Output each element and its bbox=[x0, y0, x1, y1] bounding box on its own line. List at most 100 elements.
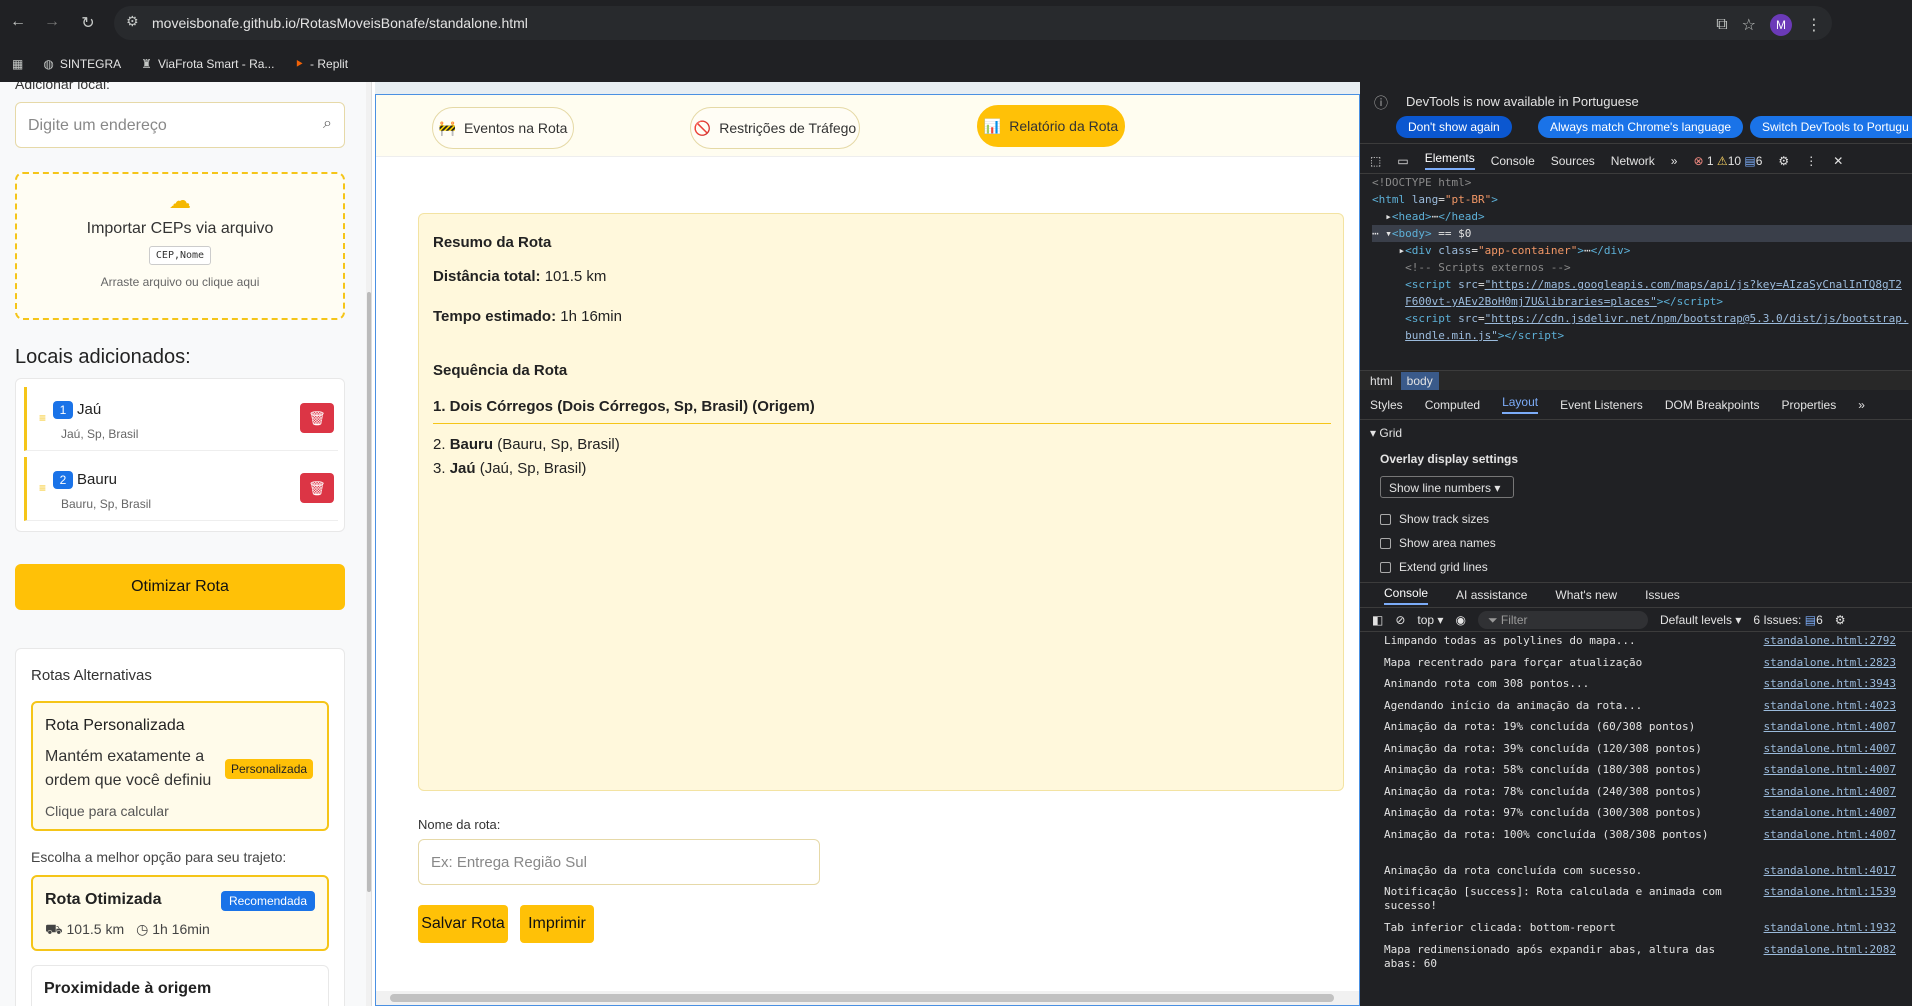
distance-line: Distância total: 101.5 km bbox=[433, 268, 606, 285]
tab-label: Relatório da Rota bbox=[1009, 118, 1119, 134]
tab-console[interactable]: Console bbox=[1491, 154, 1535, 168]
stop-detail: (Bauru, Sp, Brasil) bbox=[497, 436, 620, 453]
bookmark-viafrota[interactable]: ♜ ViaFrota Smart - Ra... bbox=[141, 57, 274, 71]
url-text[interactable]: moveisbonafe.github.io/RotasMoveisBonafe… bbox=[152, 15, 528, 31]
tab-sources[interactable]: Sources bbox=[1551, 154, 1595, 168]
tab-properties[interactable]: Properties bbox=[1782, 398, 1837, 412]
match-language-button[interactable]: Always match Chrome's language bbox=[1538, 116, 1744, 138]
site-info-icon[interactable]: ⚙ bbox=[126, 13, 139, 30]
tab-dom-breakpoints[interactable]: DOM Breakpoints bbox=[1665, 398, 1760, 412]
drawer-tab-console[interactable]: Console bbox=[1384, 586, 1429, 605]
tab-styles[interactable]: Styles bbox=[1370, 398, 1403, 412]
route-name-input[interactable]: Ex: Entrega Região Sul bbox=[418, 839, 820, 885]
checkbox-label: Show area names bbox=[1399, 536, 1496, 550]
console-source-link[interactable]: standalone.html:4023 bbox=[1764, 699, 1896, 712]
console-source-link[interactable]: standalone.html:4007 bbox=[1764, 806, 1896, 819]
console-source-link[interactable]: standalone.html:4007 bbox=[1764, 720, 1896, 733]
switch-language-button[interactable]: Switch DevTools to Portugu bbox=[1750, 116, 1912, 138]
tab-label: Restrições de Tráfego bbox=[719, 120, 857, 136]
list-item: 3. Jaú (Jaú, Sp, Brasil) bbox=[433, 460, 586, 477]
custom-route-card[interactable]: Rota Personalizada Mantém exatamente a o… bbox=[31, 701, 329, 831]
proximity-route-card[interactable]: Proximidade à origem bbox=[31, 965, 329, 1006]
checkbox-track-sizes[interactable]: Show track sizes bbox=[1380, 512, 1489, 526]
eye-icon[interactable]: ◉ bbox=[1455, 613, 1465, 627]
device-toolbar-icon[interactable]: ▭ bbox=[1397, 154, 1408, 168]
levels-select[interactable]: Default levels ▾ bbox=[1660, 613, 1741, 627]
location-address: Bauru, Sp, Brasil bbox=[61, 497, 152, 511]
back-icon[interactable]: ← bbox=[8, 13, 28, 31]
bookmark-replit[interactable]: ⯈ - Replit bbox=[294, 57, 348, 72]
console-source-link[interactable]: standalone.html:2823 bbox=[1764, 656, 1896, 669]
reload-icon[interactable]: ↻ bbox=[78, 13, 98, 33]
line-numbers-select[interactable]: Show line numbers ▾ bbox=[1380, 476, 1514, 498]
sidebar-toggle-icon[interactable]: ◧ bbox=[1372, 613, 1383, 627]
install-app-icon[interactable]: ⧉ bbox=[1716, 16, 1727, 34]
tab-elements[interactable]: Elements bbox=[1424, 151, 1475, 170]
address-bar[interactable]: ⚙ moveisbonafe.github.io/RotasMoveisBona… bbox=[114, 6, 1832, 40]
tab-report[interactable]: 📊 Relatório da Rota bbox=[977, 105, 1125, 147]
tab-layout[interactable]: Layout bbox=[1502, 395, 1539, 414]
list-item[interactable]: ≡ 1 Jaú Jaú, Sp, Brasil 🗑 bbox=[24, 387, 338, 451]
console-source-link[interactable]: standalone.html:1539 bbox=[1764, 885, 1896, 898]
console-source-link[interactable]: standalone.html:3943 bbox=[1764, 677, 1896, 690]
tab-restrictions[interactable]: 🚫 Restrições de Tráfego bbox=[690, 107, 860, 149]
bookmark-sintegra[interactable]: ◍ SINTEGRA bbox=[43, 57, 121, 71]
settings-gear-icon[interactable]: ⚙ bbox=[1778, 154, 1789, 168]
tab-network[interactable]: Network bbox=[1611, 154, 1655, 168]
more-tabs-icon[interactable]: » bbox=[1858, 398, 1865, 412]
drag-handle-icon[interactable]: ≡ bbox=[39, 481, 46, 495]
issues-count[interactable]: 6 Issues: ▤6 bbox=[1753, 613, 1822, 627]
horizontal-scrollbar[interactable] bbox=[376, 991, 1359, 1005]
console-source-link[interactable]: standalone.html:2792 bbox=[1764, 634, 1896, 647]
tab-computed[interactable]: Computed bbox=[1425, 398, 1480, 412]
drawer-tab-ai[interactable]: AI assistance bbox=[1456, 588, 1527, 602]
save-route-button[interactable]: Salvar Rota bbox=[418, 905, 508, 943]
bookmark-star-icon[interactable]: ☆ bbox=[1742, 15, 1756, 35]
profile-avatar[interactable]: M bbox=[1770, 14, 1792, 36]
console-source-link[interactable]: standalone.html:1932 bbox=[1764, 921, 1896, 934]
drawer-tab-whats-new[interactable]: What's new bbox=[1555, 588, 1617, 602]
menu-icon[interactable]: ⋮ bbox=[1806, 15, 1822, 35]
console-source-link[interactable]: standalone.html:2082 bbox=[1764, 943, 1896, 956]
console-toolbar: ◧ ⊘ top ▾ ◉ ⏷ Filter Default levels ▾ 6 … bbox=[1360, 608, 1912, 632]
location-address: Jaú, Sp, Brasil bbox=[61, 427, 139, 441]
drag-handle-icon[interactable]: ≡ bbox=[39, 411, 46, 425]
optimized-route-card[interactable]: Rota Otimizada Recomendada ⛟ 101.5 km ◷ … bbox=[31, 875, 329, 951]
delete-location-button[interactable]: 🗑 bbox=[300, 403, 334, 433]
delete-location-button[interactable]: 🗑 bbox=[300, 473, 334, 503]
apps-icon[interactable]: ▦ bbox=[12, 57, 23, 71]
filter-input[interactable]: ⏷ Filter bbox=[1477, 610, 1648, 629]
forward-icon[interactable]: → bbox=[42, 13, 62, 31]
clear-console-icon[interactable]: ⊘ bbox=[1395, 613, 1405, 627]
crumb-html[interactable]: html bbox=[1370, 374, 1393, 388]
close-devtools-icon[interactable]: ✕ bbox=[1833, 154, 1843, 168]
tab-event-listeners[interactable]: Event Listeners bbox=[1560, 398, 1643, 412]
context-select[interactable]: top ▾ bbox=[1417, 613, 1443, 627]
tab-events[interactable]: 🚧 Eventos na Rota bbox=[432, 107, 574, 149]
grid-section-toggle[interactable]: ▾ Grid bbox=[1370, 426, 1402, 440]
sidebar-scrollbar[interactable] bbox=[366, 82, 371, 1006]
crumb-body[interactable]: body bbox=[1400, 371, 1439, 390]
console-source-link[interactable]: standalone.html:4007 bbox=[1764, 763, 1896, 776]
inspect-icon[interactable]: ⬚ bbox=[1370, 154, 1381, 168]
console-source-link[interactable]: standalone.html:4007 bbox=[1764, 742, 1896, 755]
drawer-tab-issues[interactable]: Issues bbox=[1645, 588, 1680, 602]
console-source-link[interactable]: standalone.html:4007 bbox=[1764, 828, 1896, 841]
list-item[interactable]: ≡ 2 Bauru Bauru, Sp, Brasil 🗑 bbox=[24, 457, 338, 521]
dont-show-again-button[interactable]: Don't show again bbox=[1396, 116, 1512, 138]
optimize-route-button[interactable]: Otimizar Rota bbox=[15, 564, 345, 610]
error-count[interactable]: ⊗ 1 ⚠10 ▤6 bbox=[1693, 154, 1762, 168]
console-source-link[interactable]: standalone.html:4017 bbox=[1764, 864, 1896, 877]
console-source-link[interactable]: standalone.html:4007 bbox=[1764, 785, 1896, 798]
elements-tree[interactable]: <!DOCTYPE html> <html lang="pt-BR"> ▸<he… bbox=[1360, 174, 1912, 370]
checkbox-extend-lines[interactable]: Extend grid lines bbox=[1380, 560, 1488, 574]
import-dropzone[interactable]: ☁ Importar CEPs via arquivo CEP,Nome Arr… bbox=[15, 172, 345, 320]
info-icon: ⓘ bbox=[1374, 95, 1388, 111]
kebab-menu-icon[interactable]: ⋮ bbox=[1805, 154, 1817, 168]
search-icon[interactable]: ⌕ bbox=[323, 115, 332, 133]
console-settings-icon[interactable]: ⚙ bbox=[1835, 613, 1846, 627]
print-button[interactable]: Imprimir bbox=[520, 905, 594, 943]
checkbox-area-names[interactable]: Show area names bbox=[1380, 536, 1496, 550]
more-tabs-icon[interactable]: » bbox=[1671, 154, 1678, 168]
address-input[interactable]: Digite um endereço ⌕ bbox=[15, 102, 345, 148]
